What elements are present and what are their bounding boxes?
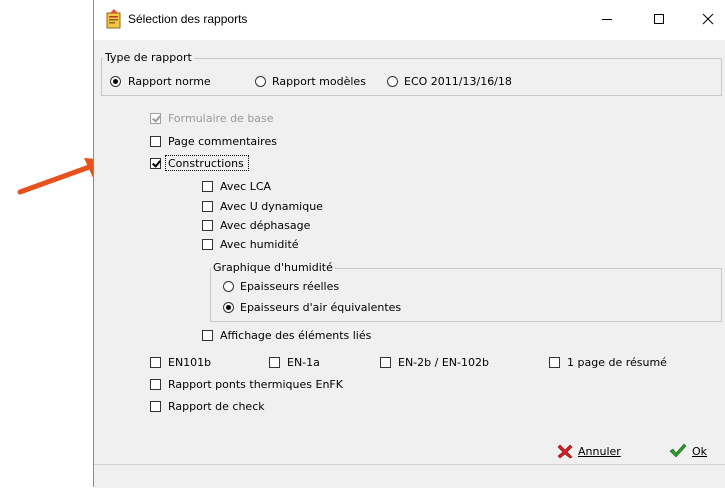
humidity-graph-group-title: Graphique d'humidité [211,261,335,274]
radio-real-thickness[interactable] [223,281,234,292]
radio-eco-label[interactable]: ECO 2011/13/16/18 [404,75,512,88]
report-selection-dialog: Sélection des rapports Type de rapport R… [93,0,725,488]
checkbox-base-form-label: Formulaire de base [168,112,274,125]
radio-rapport-modeles-label[interactable]: Rapport modèles [272,75,366,88]
checkbox-en101b-label[interactable]: EN101b [168,356,211,369]
window-title: Sélection des rapports [128,12,248,26]
checkbox-summary-page[interactable] [549,357,560,368]
status-bar [94,464,725,488]
radio-air-equivalent-thickness-label[interactable]: Epaisseurs d'air équivalentes [240,301,401,314]
report-app-icon [106,9,121,29]
cancel-button[interactable]: Annuler [557,443,621,459]
ok-button[interactable]: Ok [669,443,707,459]
checkbox-with-lca[interactable] [202,181,213,192]
checkbox-summary-page-label[interactable]: 1 page de résumé [567,356,667,369]
maximize-button[interactable] [636,0,682,38]
checkbox-en101b[interactable] [150,357,161,368]
ok-button-label: Ok [692,444,708,458]
checkbox-thermal-bridges-label[interactable]: Rapport ponts thermiques EnFK [168,378,343,391]
checkbox-comments-page-label[interactable]: Page commentaires [168,135,277,148]
checkbox-with-phase-shift[interactable] [202,220,213,231]
checkbox-comments-page[interactable] [150,136,161,147]
checkbox-with-lca-label[interactable]: Avec LCA [220,180,271,193]
cancel-button-label: Annuler [578,444,621,458]
checkbox-show-linked-elements[interactable] [202,330,213,341]
report-type-group-title: Type de rapport [103,51,194,64]
checkbox-en1a[interactable] [269,357,280,368]
checkbox-with-u-dynamic[interactable] [202,201,213,212]
radio-rapport-modeles[interactable] [255,76,266,87]
close-button[interactable] [685,0,725,38]
maximize-icon [654,14,664,24]
cancel-icon [557,444,573,459]
checkbox-check-report-label[interactable]: Rapport de check [168,400,265,413]
checkbox-en2b-en102b-label[interactable]: EN-2b / EN-102b [398,356,489,369]
checkbox-constructions[interactable] [150,158,161,169]
ok-check-icon [669,443,687,458]
radio-real-thickness-label[interactable]: Epaisseurs réelles [240,280,339,293]
title-bar: Sélection des rapports [94,0,725,40]
minimize-icon [602,19,612,20]
checkbox-en1a-label[interactable]: EN-1a [287,356,320,369]
checkbox-base-form [150,113,161,124]
checkbox-check-report[interactable] [150,401,161,412]
checkbox-thermal-bridges[interactable] [150,379,161,390]
checkbox-en2b-en102b[interactable] [380,357,391,368]
checkbox-with-phase-shift-label[interactable]: Avec déphasage [220,219,310,232]
checkbox-show-linked-elements-label[interactable]: Affichage des éléments liés [220,329,371,342]
radio-rapport-norme-label[interactable]: Rapport norme [128,75,211,88]
close-icon [702,13,714,25]
checkbox-with-u-dynamic-label[interactable]: Avec U dynamique [220,200,323,213]
checkbox-constructions-label[interactable]: Constructions [168,157,244,170]
checkbox-with-humidity-label[interactable]: Avec humidité [220,238,299,251]
radio-eco[interactable] [387,76,398,87]
radio-air-equivalent-thickness[interactable] [223,302,234,313]
radio-rapport-norme[interactable] [110,76,121,87]
minimize-button[interactable] [584,0,630,38]
checkbox-with-humidity[interactable] [202,239,213,250]
